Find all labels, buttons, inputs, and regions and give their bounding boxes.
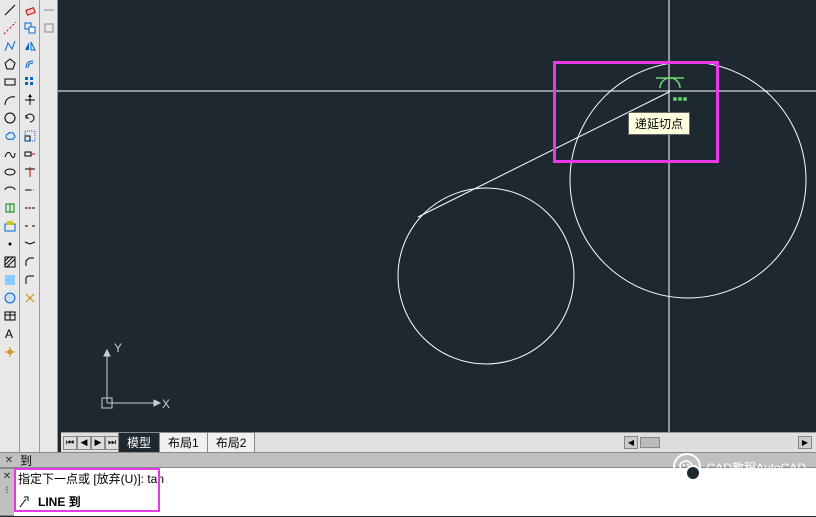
circle-icon[interactable] [2, 110, 18, 126]
left-toolbars: A [0, 0, 58, 455]
trim-icon[interactable] [22, 164, 38, 180]
tool-3a-icon[interactable] [41, 2, 57, 18]
hatch-icon[interactable] [2, 254, 18, 270]
ellipse-icon[interactable] [2, 164, 18, 180]
table-icon[interactable] [2, 308, 18, 324]
scrollbar-thumb[interactable] [640, 437, 660, 448]
command-close-icon[interactable]: ✕ [2, 453, 16, 467]
command-strip-text: 到 [20, 452, 32, 469]
revision-cloud-icon[interactable] [2, 128, 18, 144]
break-icon[interactable] [22, 218, 38, 234]
wechat-icon [673, 453, 701, 481]
gradient-icon[interactable] [2, 272, 18, 288]
construction-line-icon[interactable] [2, 20, 18, 36]
offset-icon[interactable] [22, 56, 38, 72]
toolbar-col-3 [40, 0, 58, 455]
copy-icon[interactable] [22, 20, 38, 36]
scroll-right-button[interactable]: ▶ [798, 436, 812, 449]
chamfer-icon[interactable] [22, 254, 38, 270]
stretch-icon[interactable] [22, 146, 38, 162]
make-block-icon[interactable] [2, 218, 18, 234]
draw-toolbar: A [0, 0, 20, 455]
axis-x-label: X [162, 397, 170, 411]
mtext-icon[interactable]: A [2, 326, 18, 342]
tab-last-button[interactable]: ⏭ [105, 436, 119, 450]
snap-tooltip: 递延切点 [628, 112, 690, 135]
region-icon[interactable] [2, 290, 18, 306]
svg-text:A: A [5, 327, 13, 341]
tab-layout1[interactable]: 布局1 [159, 432, 208, 453]
polyline-icon[interactable] [2, 38, 18, 54]
fillet-icon[interactable] [22, 272, 38, 288]
rectangle-icon[interactable] [2, 74, 18, 90]
line-icon[interactable] [2, 2, 18, 18]
arc-icon[interactable] [2, 92, 18, 108]
rotate-icon[interactable] [22, 110, 38, 126]
tool-3b-icon[interactable] [41, 20, 57, 36]
tab-next-button[interactable]: ▶ [91, 436, 105, 450]
command-caret-icon [18, 495, 32, 509]
tab-nav: ⏮ ◀ ▶ ⏭ [63, 436, 119, 450]
erase-icon[interactable] [22, 2, 38, 18]
point-icon[interactable] [2, 236, 18, 252]
polygon-icon[interactable] [2, 56, 18, 72]
insert-block-icon[interactable] [2, 200, 18, 216]
command-side-strip: ✕ ⁝ [0, 468, 14, 516]
break-at-point-icon[interactable] [22, 200, 38, 216]
ucs-icon [102, 350, 160, 408]
tab-layout2[interactable]: 布局2 [207, 432, 256, 453]
command-side-close-icon[interactable]: ✕ [0, 469, 14, 483]
command-prompt: LINE 到 [38, 493, 81, 510]
tab-model[interactable]: 模型 [118, 432, 160, 453]
command-input-line[interactable]: LINE 到 [14, 489, 816, 514]
modify-toolbar [20, 0, 40, 455]
tab-prev-button[interactable]: ◀ [77, 436, 91, 450]
command-side-grip-icon[interactable]: ⁝ [0, 483, 14, 497]
drawing-canvas[interactable]: Y X 递延切点 [58, 0, 816, 432]
mirror-icon[interactable] [22, 38, 38, 54]
layout-tabs-bar: ⏮ ◀ ▶ ⏭ 模型 布局1 布局2 ◀ ▶ [61, 432, 816, 452]
horizontal-scrollbar[interactable]: ◀ ▶ [638, 436, 798, 449]
axis-y-label: Y [114, 341, 122, 355]
extend-icon[interactable] [22, 182, 38, 198]
tab-first-button[interactable]: ⏮ [63, 436, 77, 450]
ellipse-arc-icon[interactable] [2, 182, 18, 198]
join-icon[interactable] [22, 236, 38, 252]
explode-icon[interactable] [22, 290, 38, 306]
spline-icon[interactable] [2, 146, 18, 162]
watermark: CAD教程AutoCAD [673, 453, 806, 481]
scroll-left-button[interactable]: ◀ [624, 436, 638, 449]
move-icon[interactable] [22, 92, 38, 108]
array-icon[interactable] [22, 74, 38, 90]
addpoint-icon[interactable] [2, 344, 18, 360]
watermark-text: CAD教程AutoCAD [707, 459, 806, 476]
scale-icon[interactable] [22, 128, 38, 144]
